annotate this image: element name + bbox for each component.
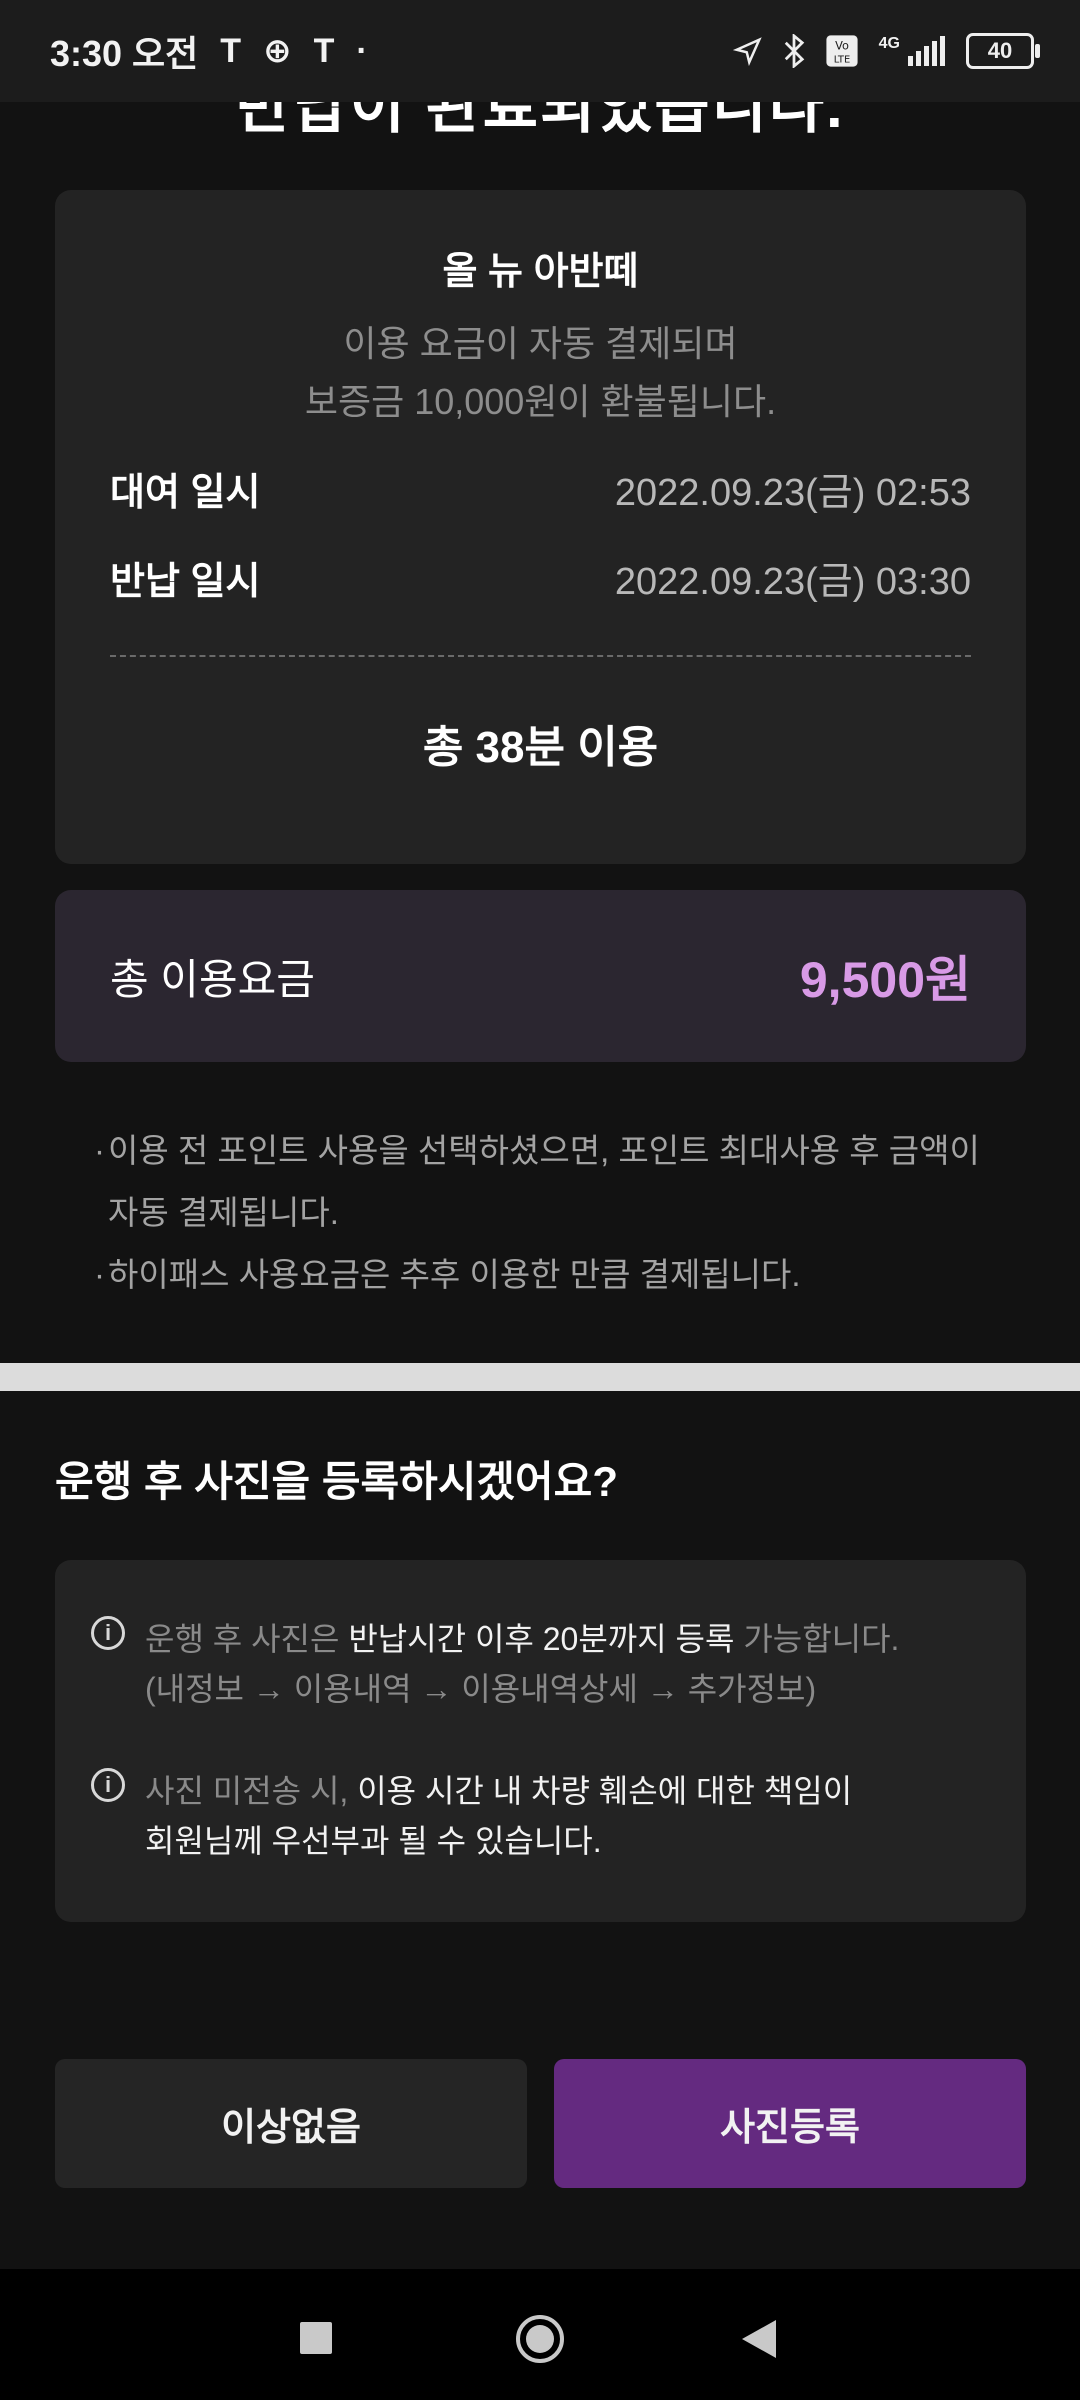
info-icon: i: [91, 1616, 125, 1650]
return-time-row: 반납 일시 2022.09.23(금) 03:30: [110, 550, 971, 605]
total-fee-label: 총 이용요금: [110, 955, 315, 1003]
payment-notice-line2: 보증금 10,000원이 환불됩니다.: [304, 381, 777, 422]
note-text: 이용 전 포인트 사용을 선택하셨으면, 포인트 최대사용 후 금액이 자동 결…: [108, 1132, 980, 1231]
vehicle-name: 올 뉴 아반떼: [442, 251, 639, 293]
info-text: 가능합니다.: [734, 1621, 900, 1657]
svg-text:Vo: Vo: [835, 39, 849, 53]
info-icon: i: [91, 1768, 125, 1802]
rent-time-value: 2022.09.23(금) 02:53: [614, 472, 971, 514]
return-time-value: 2022.09.23(금) 03:30: [614, 561, 971, 603]
total-fee-value: 9,500원: [799, 952, 971, 1008]
dashed-divider: [110, 655, 971, 657]
payment-notice-line1: 이용 요금이 자동 결제되며: [343, 323, 738, 364]
info-text: 운행 후 사진은: [145, 1621, 349, 1657]
register-photo-button[interactable]: 사진등록: [554, 2059, 1026, 2188]
photo-info-card: i 운행 후 사진은 반납시간 이후 20분까지 등록 가능합니다. (내정보 …: [55, 1560, 1026, 1922]
info-item-deadline: i 운행 후 사진은 반납시간 이후 20분까지 등록 가능합니다. (내정보 …: [91, 1614, 986, 1714]
total-usage-time: 총 38분 이용: [422, 723, 659, 772]
info-item-liability: i 사진 미전송 시, 이용 시간 내 차량 훼손에 대한 책임이 회원님께 우…: [91, 1766, 986, 1866]
tmap-icon: ⊕: [263, 32, 292, 70]
carrier-icon: T: [313, 31, 335, 70]
carrier-icon: T: [220, 31, 242, 70]
note-item: · 하이패스 사용요금은 추후 이용한 만큼 결제됩니다.: [94, 1244, 988, 1306]
note-item: · 이용 전 포인트 사용을 선택하셨으면, 포인트 최대사용 후 금액이 자동…: [94, 1120, 988, 1244]
location-icon: [732, 37, 762, 66]
battery-level: 40: [987, 38, 1013, 63]
info-text: 사진 미전송 시,: [145, 1773, 358, 1809]
rent-time-label: 대여 일시: [110, 472, 261, 514]
status-time: 3:30 오전: [50, 33, 199, 74]
payment-notice: 이용 요금이 자동 결제되며 보증금 10,000원이 환불됩니다.: [110, 315, 971, 431]
total-fee-card: 총 이용요금 9,500원: [55, 890, 1026, 1062]
info-highlight: 반납시간 이후 20분까지 등록: [348, 1621, 735, 1657]
network-type: 4G: [878, 35, 900, 52]
info-highlight: 이용 시간 내 차량 훼손에 대한 책임이: [357, 1773, 853, 1809]
note-text: 하이패스 사용요금은 추후 이용한 만큼 결제됩니다.: [108, 1256, 801, 1293]
return-time-label: 반납 일시: [110, 561, 261, 603]
rent-time-row: 대여 일시 2022.09.23(금) 02:53: [110, 461, 971, 516]
payment-notes: · 이용 전 포인트 사용을 선택하셨으면, 포인트 최대사용 후 금액이 자동…: [94, 1120, 988, 1306]
info-path: (내정보 → 이용내역 → 이용내역상세 → 추가정보): [145, 1671, 817, 1707]
section-divider: [0, 1363, 1080, 1391]
home-icon[interactable]: [516, 2315, 564, 2363]
signal-icon: [908, 36, 945, 66]
recent-apps-icon[interactable]: [300, 2322, 332, 2354]
dot-icon: ·: [356, 31, 368, 70]
info-highlight: 회원님께 우선부과 될 수 있습니다.: [145, 1823, 602, 1859]
bullet-icon: ·: [94, 1256, 105, 1293]
volte-icon: VoLTE: [826, 35, 858, 67]
navigation-bar: [0, 2269, 1080, 2400]
no-issue-button[interactable]: 이상없음: [55, 2059, 527, 2188]
battery-icon: 40: [966, 33, 1040, 69]
rental-summary-card: 올 뉴 아반떼 이용 요금이 자동 결제되며 보증금 10,000원이 환불됩니…: [55, 190, 1026, 864]
svg-text:LTE: LTE: [833, 54, 849, 65]
photo-question-title: 운행 후 사진을 등록하시겠어요?: [55, 1458, 618, 1505]
back-icon[interactable]: [742, 2320, 776, 2358]
bullet-icon: ·: [94, 1132, 105, 1169]
status-bar: 3:30 오전 T ⊕ T · Vo LTE 4G 40: [0, 0, 1080, 102]
bluetooth-icon: [784, 34, 804, 68]
